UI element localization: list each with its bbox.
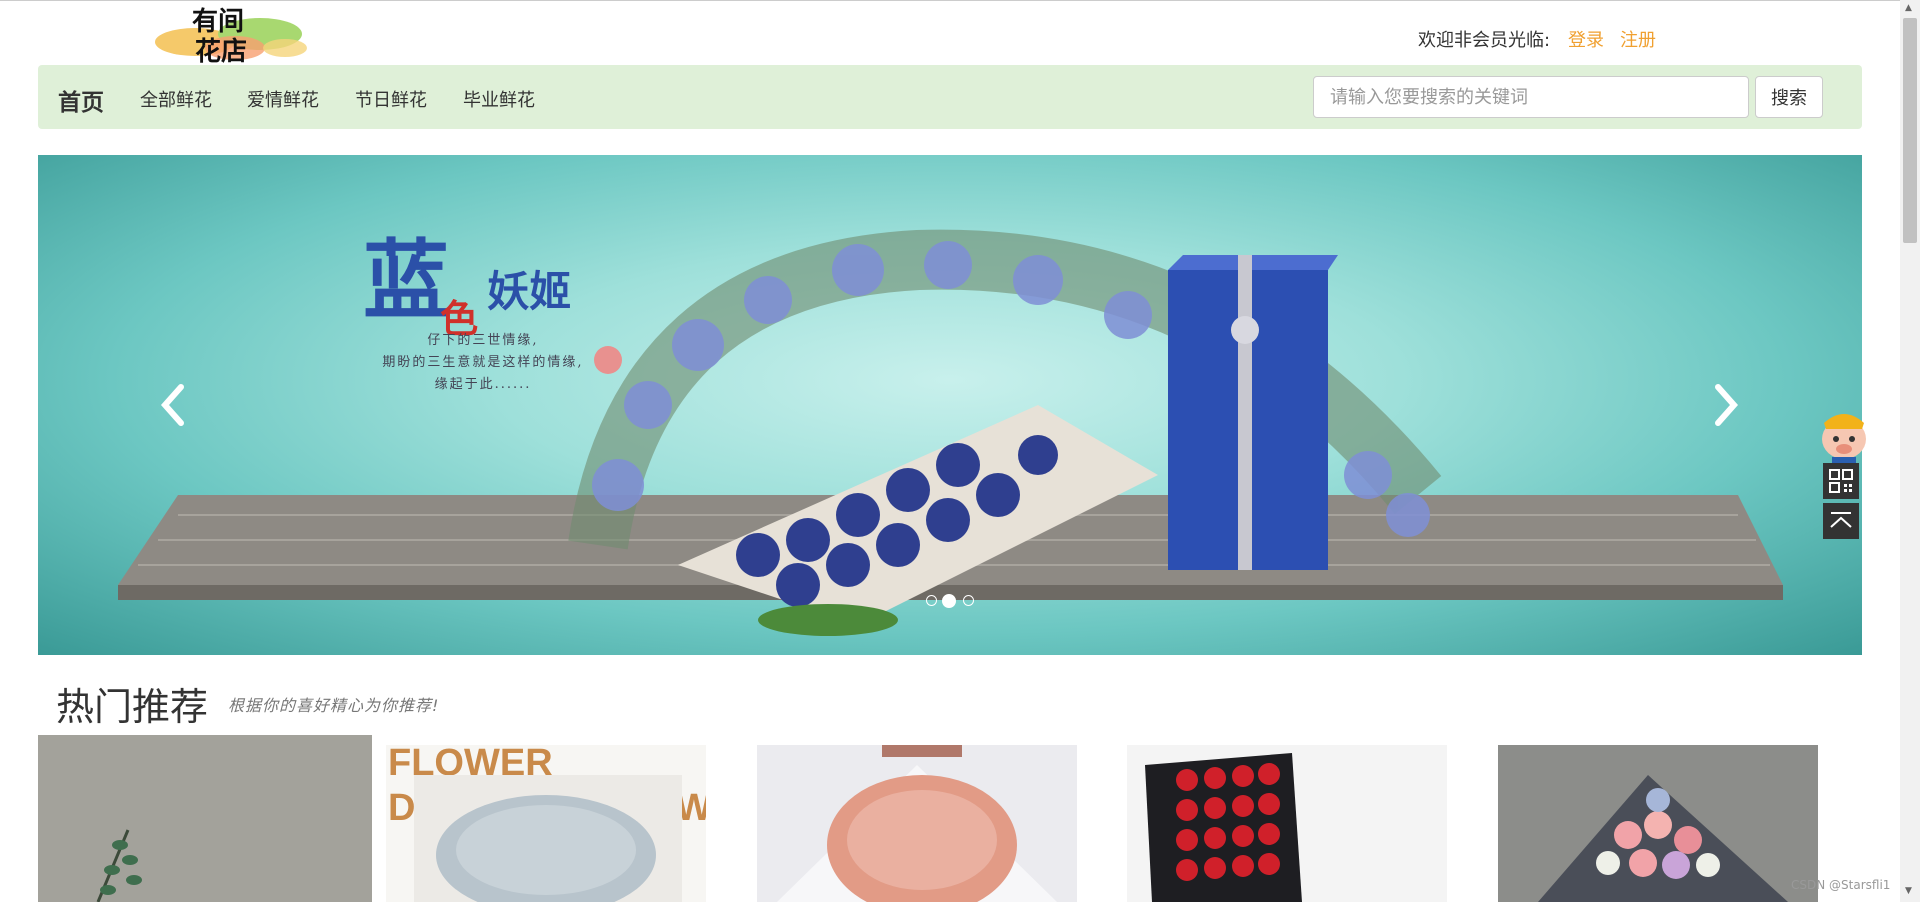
hot-recommend-title: 热门推荐	[56, 685, 209, 729]
carousel-dot-3[interactable]	[963, 595, 974, 606]
shop-logo[interactable]: 有间 花店	[140, 2, 310, 66]
scroll-thumb[interactable]	[1903, 18, 1917, 243]
banner-caption: 仔下的三世情缘, 期盼的三生意就是这样的情缘, 缘起于此......	[382, 333, 584, 392]
page-scrollbar[interactable]: ▲ ▼	[1900, 0, 1920, 902]
banner-title: 蓝 色 妖姬	[363, 230, 572, 341]
qrcode-button[interactable]	[1823, 463, 1859, 499]
carousel-dot-1[interactable]	[926, 595, 937, 606]
banner-carousel[interactable]: 蓝 色 妖姬 仔下的三世情缘, 期盼的三生意就是这样的情缘, 缘起于此.....…	[38, 155, 1862, 655]
product-card-blue-gypsophila[interactable]: FLOWER D W	[386, 745, 706, 902]
banner-image	[118, 229, 1783, 636]
search-input[interactable]	[1313, 76, 1749, 118]
svg-text:D: D	[388, 787, 415, 829]
hot-recommend-subtitle: 根据你的喜好精心为你推荐!	[228, 696, 440, 715]
product-card-pink-gypsophila[interactable]	[757, 745, 1077, 902]
mascot-icon[interactable]	[1812, 405, 1876, 465]
register-link[interactable]: 注册	[1620, 26, 1656, 52]
qrcode-icon	[1829, 469, 1853, 493]
login-link[interactable]: 登录	[1568, 26, 1604, 52]
carousel-next-arrow[interactable]	[1706, 375, 1746, 435]
product-image-blue-gypsophila: FLOWER D W	[386, 745, 706, 902]
top-border	[0, 0, 1900, 1]
scroll-up-icon[interactable]: ▲	[1905, 3, 1912, 13]
nav-graduation-flowers[interactable]: 毕业鲜花	[463, 86, 535, 112]
svg-text:花店: 花店	[195, 37, 247, 66]
nav-all-flowers[interactable]: 全部鲜花	[140, 86, 212, 112]
nav-love-flowers[interactable]: 爱情鲜花	[247, 86, 319, 112]
nav-home[interactable]: 首页	[58, 83, 104, 117]
product-card-red-roses-box[interactable]	[1127, 745, 1447, 902]
welcome-text: 欢迎非会员光临:	[1418, 30, 1551, 51]
search-button[interactable]: 搜索	[1755, 76, 1823, 118]
product-image-red-roses-box	[1127, 745, 1447, 902]
carousel-prev-arrow[interactable]	[153, 375, 193, 435]
arrow-up-icon	[1830, 512, 1852, 528]
carousel-dot-2[interactable]	[942, 594, 956, 608]
product-image-pink-gypsophila	[757, 745, 1077, 902]
product-image-mixed-roses	[1498, 745, 1818, 902]
scroll-down-icon[interactable]: ▼	[1905, 886, 1912, 896]
nav-holiday-flowers[interactable]: 节日鲜花	[355, 86, 427, 112]
product-card-eucalyptus[interactable]	[38, 735, 372, 902]
main-navbar: 首页 全部鲜花 爱情鲜花 节日鲜花 毕业鲜花 搜索	[38, 65, 1862, 129]
svg-text:有间: 有间	[192, 7, 244, 37]
product-card-mixed-roses[interactable]	[1498, 745, 1818, 902]
product-image-eucalyptus	[38, 735, 372, 902]
back-to-top-button[interactable]	[1823, 503, 1859, 539]
watermark-text: CSDN @Starsfli1	[1791, 878, 1891, 892]
